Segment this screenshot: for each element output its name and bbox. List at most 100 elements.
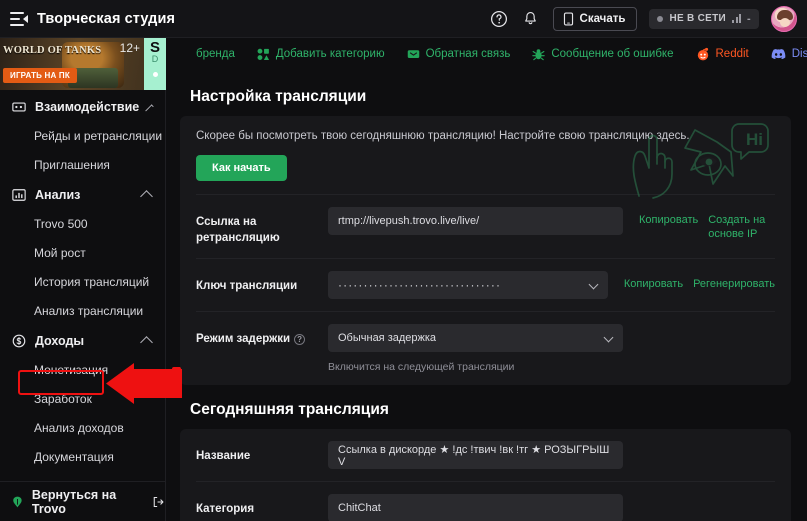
sub-nav: бренда Добавить категорию Обратная связь… (166, 38, 807, 70)
how-to-start-button[interactable]: Как начать (196, 155, 287, 181)
subnav-item-brand[interactable]: бренда (190, 48, 235, 60)
copy-stream-key-link[interactable]: Копировать (624, 278, 683, 290)
row-stream-key: Ключ трансляции ························… (196, 258, 775, 311)
page-title: Творческая студия (37, 10, 176, 27)
sidebar-nav: Взаимодействие Рейды и ретрансляции Приг… (0, 90, 165, 481)
chevron-up-icon[interactable] (140, 336, 153, 349)
row-label: Категория (196, 503, 255, 516)
help-tooltip-icon[interactable]: ? (294, 334, 306, 346)
sidebar-group-label: Доходы (35, 334, 85, 348)
sidebar-item-my-growth[interactable]: Мой рост (0, 239, 165, 268)
sidebar-group-revenue[interactable]: Доходы (0, 326, 165, 356)
subnav-item-bug-report[interactable]: Сообщение об ошибке (532, 48, 674, 61)
sidebar-item-earnings[interactable]: Заработок (0, 385, 165, 414)
row-rtmp-url: Ссылка на ретрансляцию rtmp://livepush.t… (196, 194, 775, 258)
bell-icon[interactable] (521, 9, 541, 29)
row-label: Название (196, 450, 251, 463)
sidebar-item-raids[interactable]: Рейды и ретрансляции (0, 122, 165, 151)
category-value: ChitChat (338, 502, 381, 515)
subnav-item-feedback[interactable]: Обратная связь (407, 48, 511, 61)
subnav-label: Сообщение об ошибке (551, 48, 674, 60)
stream-key-value: ································ (338, 278, 502, 293)
subnav-item-reddit[interactable]: Reddit (696, 47, 749, 61)
ad-banner[interactable]: WORLD OF TANKS ИГРАТЬ НА ПК 12+ S D (0, 38, 166, 90)
avatar[interactable] (771, 5, 797, 32)
ad-side-badge[interactable]: S D (144, 38, 166, 90)
analytics-bars-icon (11, 188, 26, 203)
signal-bars-icon (732, 14, 742, 23)
hamburger-collapse-icon[interactable] (10, 11, 28, 26)
subnav-item-discord[interactable]: Discord (771, 48, 807, 60)
reddit-icon (697, 47, 708, 61)
mobile-phone-icon (563, 11, 573, 26)
help-circle-icon[interactable] (489, 9, 509, 29)
row-label: Ссылка на ретрансляцию (196, 216, 280, 244)
chevron-down-icon[interactable] (588, 279, 599, 290)
sidebar-item-invitations[interactable]: Приглашения (0, 151, 165, 180)
ad-cta-button[interactable]: ИГРАТЬ НА ПК (3, 68, 77, 83)
chevron-down-icon[interactable] (603, 332, 614, 343)
sidebar-item-stream-analysis[interactable]: Анализ трансляции (0, 297, 165, 326)
download-label: Скачать (579, 12, 626, 25)
sidebar-item-documentation[interactable]: Документация (0, 443, 165, 472)
create-ip-based-link[interactable]: Создать на основе IP (708, 214, 770, 242)
main-content: Настройка трансляции Hi Скорее бы посмот… (166, 38, 807, 521)
subnav-label: Обратная связь (425, 48, 511, 60)
ad-brand-label: WORLD OF TANKS (3, 45, 102, 56)
copy-rtmp-link[interactable]: Копировать (639, 214, 698, 226)
back-to-trovo-button[interactable]: Вернуться на Trovo (0, 481, 165, 521)
regenerate-stream-key-link[interactable]: Регенерировать (693, 278, 775, 290)
sidebar-item-revenue-analysis[interactable]: Анализ доходов (0, 414, 165, 443)
latency-mode-column: Обычная задержка Включится на следующей … (328, 324, 623, 373)
category-input[interactable]: ChitChat (328, 494, 623, 521)
discord-icon (771, 48, 786, 60)
subnav-label: Добавить категорию (275, 48, 385, 60)
offline-dot-icon (657, 15, 664, 22)
ad-badge-dot-icon (152, 71, 158, 77)
latency-mode-value: Обычная задержка (338, 332, 437, 345)
stream-key-actions: Копировать Регенерировать (624, 271, 775, 290)
subnav-label: Discord (791, 48, 807, 60)
stream-settings-title: Настройка трансляции (190, 88, 367, 105)
today-stream-title: Сегодняшняя трансляция (190, 401, 389, 419)
sidebar-group-label: Анализ (35, 188, 81, 202)
row-label-text: Режим задержки (196, 333, 291, 346)
sidebar-group-analytics[interactable]: Анализ (0, 180, 165, 210)
ad-age-rating: 12+ (119, 41, 140, 55)
top-bar: Творческая студия Скачать НЕ В СЕТИ - (0, 0, 807, 38)
sidebar-item-trovo500[interactable]: Trovo 500 (0, 210, 165, 239)
stream-title-value: Ссылка в дискорде ★ !дс !твич !вк !тг ★ … (338, 443, 610, 468)
ad-badge-s: S (149, 39, 160, 56)
rtmp-url-actions: Копировать Создать на основе IP (639, 207, 770, 242)
ad-badge-d: D (151, 54, 159, 64)
trovo-creator-studio-page: Творческая студия Скачать НЕ В СЕТИ - WO… (0, 0, 807, 521)
sidebar-item-monetization[interactable]: Монетизация (0, 356, 165, 385)
trovo-leaf-icon (13, 496, 22, 507)
subnav-item-add-category[interactable]: Добавить категорию (257, 48, 385, 61)
stream-key-input[interactable]: ································ (328, 271, 608, 300)
top-bar-left: Творческая студия (0, 11, 180, 27)
row-label: Режим задержки ? (196, 324, 328, 348)
chevron-up-icon[interactable] (140, 190, 153, 203)
status-badge[interactable]: НЕ В СЕТИ - (649, 8, 759, 29)
stream-title-input[interactable]: Ссылка в дискорде ★ !дс !твич !вк !тг ★ … (328, 441, 623, 470)
chevron-up-icon[interactable] (145, 104, 154, 113)
back-to-trovo-label: Вернуться на Trovo (31, 487, 117, 516)
promo-section: Hi Скорее бы посмотреть твою сегодняшнюю… (196, 116, 775, 199)
sidebar: WORLD OF TANKS ИГРАТЬ НА ПК 12+ S D Взаи… (0, 38, 166, 521)
today-stream-card: Название Ссылка в дискорде ★ !дс !твич !… (180, 429, 791, 521)
latency-mode-select[interactable]: Обычная задержка (328, 324, 623, 353)
sidebar-group-label: Взаимодействие (35, 100, 140, 114)
sidebar-group-interaction[interactable]: Взаимодействие (0, 92, 165, 122)
sidebar-item-stream-history[interactable]: История трансляций (0, 268, 165, 297)
sidebar-group-communities[interactable]: Сообщества (0, 472, 165, 481)
rtmp-url-value: rtmp://livepush.trovo.live/live/ (338, 215, 480, 227)
download-button[interactable]: Скачать (552, 6, 638, 31)
subnav-label: бренда (196, 48, 235, 60)
bug-icon (532, 48, 546, 60)
rtmp-url-input[interactable]: rtmp://livepush.trovo.live/live/ (328, 207, 623, 235)
row-latency-mode: Режим задержки ? Обычная задержка Включи… (196, 311, 775, 385)
top-bar-right: Скачать НЕ В СЕТИ - (489, 5, 807, 32)
exit-arrow-icon[interactable] (152, 495, 165, 509)
promo-text: Скорее бы посмотреть твою сегодняшнюю тр… (196, 130, 690, 142)
